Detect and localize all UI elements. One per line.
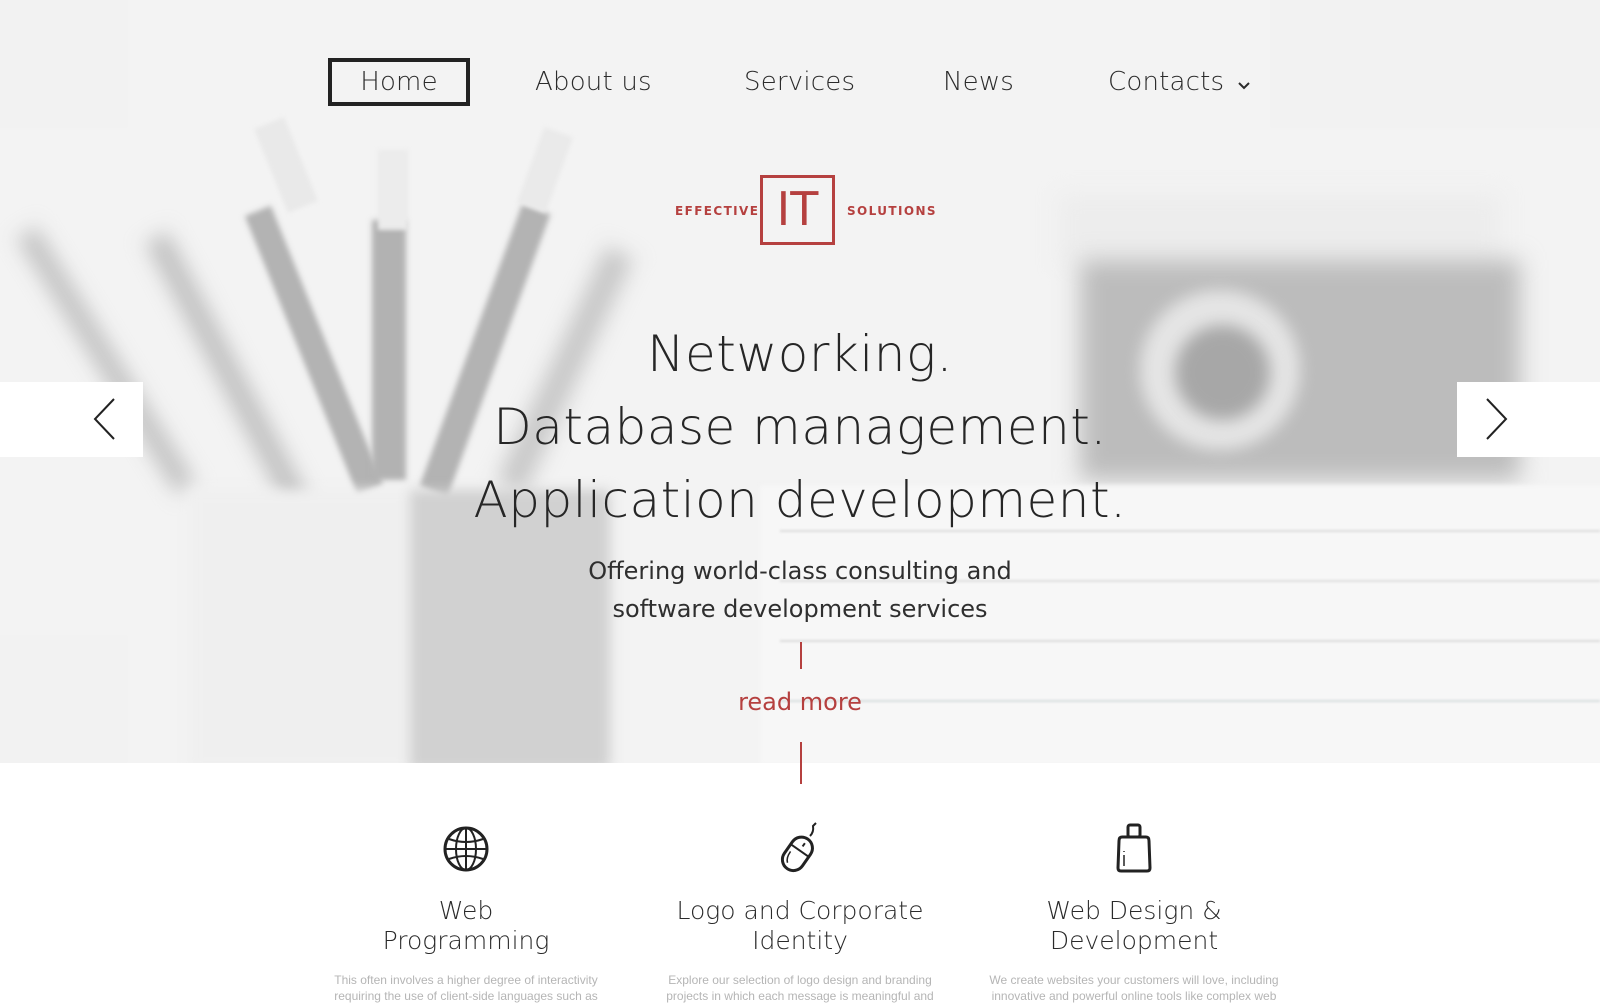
subtitle-line: Offering world-class consulting and [588, 557, 1012, 585]
chevron-left-icon [93, 398, 115, 440]
hero-slider: Home About us Services News Contacts EFF… [0, 0, 1600, 763]
service-title: Web Programming [306, 896, 626, 956]
logo-text-right: SOLUTIONS [847, 204, 937, 218]
nav-item-services[interactable]: Services [744, 58, 855, 106]
description-line: projects in which each message is meanin… [666, 989, 934, 1003]
hero-subtitle: Offering world-class consulting and soft… [0, 552, 1600, 628]
hero-headline: Networking. Database management. Applica… [0, 318, 1600, 537]
nav-item-home[interactable]: Home [328, 58, 470, 106]
nav-item-label: Contacts [1108, 67, 1225, 97]
service-title-line: Programming [382, 926, 550, 955]
description-line: Explore our selection of logo design and… [668, 973, 932, 987]
service-description: This often involves a higher degree of i… [321, 972, 611, 1004]
nav-item-about-us[interactable]: About us [535, 58, 652, 106]
headline-line: Database management. [493, 398, 1107, 456]
slider-next-button[interactable] [1457, 382, 1600, 457]
service-title: Logo and Corporate Identity [640, 896, 960, 956]
service-card-web-programming: Web Programming This often involves a hi… [306, 820, 626, 1004]
subtitle-line: software development services [612, 595, 988, 623]
nav-item-label: Services [744, 67, 856, 97]
service-title-line: Web [438, 896, 494, 925]
logo-mark: IT [760, 175, 835, 245]
description-line: This often involves a higher degree of i… [334, 973, 598, 987]
headline-line: Application development. [473, 471, 1127, 529]
service-title-line: Logo and Corporate [676, 896, 924, 925]
chevron-down-icon [1237, 59, 1251, 107]
read-more-link[interactable]: read more [738, 688, 862, 716]
nav-item-label: News [943, 67, 1015, 97]
description-line: We create websites your customers will l… [989, 973, 1279, 987]
service-card-web-design: Web Design & Development We create websi… [974, 820, 1294, 1004]
service-description: We create websites your customers will l… [989, 972, 1279, 1004]
read-more-link-wrapper: read more [0, 688, 1600, 716]
chevron-right-icon [1486, 398, 1508, 440]
service-title-line: Development [1049, 926, 1219, 955]
brand-logo[interactable]: EFFECTIVE IT SOLUTIONS [0, 175, 1600, 247]
headline-line: Networking. [647, 325, 953, 383]
description-line: innovative and powerful online tools lik… [991, 989, 1277, 1003]
nav-item-news[interactable]: News [943, 58, 1014, 106]
logo-text-left: EFFECTIVE [675, 204, 760, 218]
service-description: Explore our selection of logo design and… [655, 972, 945, 1004]
mouse-icon [780, 822, 817, 873]
nav-item-contacts[interactable]: Contacts [1108, 58, 1251, 106]
service-title-line: Web Design & [1046, 896, 1222, 925]
divider-line-bottom [800, 742, 802, 784]
service-title: Web Design & Development [974, 896, 1294, 956]
globe-icon [443, 826, 489, 872]
main-nav: Home About us Services News Contacts [0, 58, 1600, 106]
service-card-logo-identity: Logo and Corporate Identity Explore our … [640, 820, 960, 1004]
nav-item-label: Home [360, 67, 438, 97]
slider-prev-button[interactable] [0, 382, 143, 457]
divider-line-top [800, 642, 802, 669]
shopping-bag-icon [1116, 823, 1152, 873]
nav-item-label: About us [535, 67, 652, 97]
description-line: requiring the use of client-side languag… [334, 989, 598, 1003]
service-title-line: Identity [752, 926, 848, 955]
